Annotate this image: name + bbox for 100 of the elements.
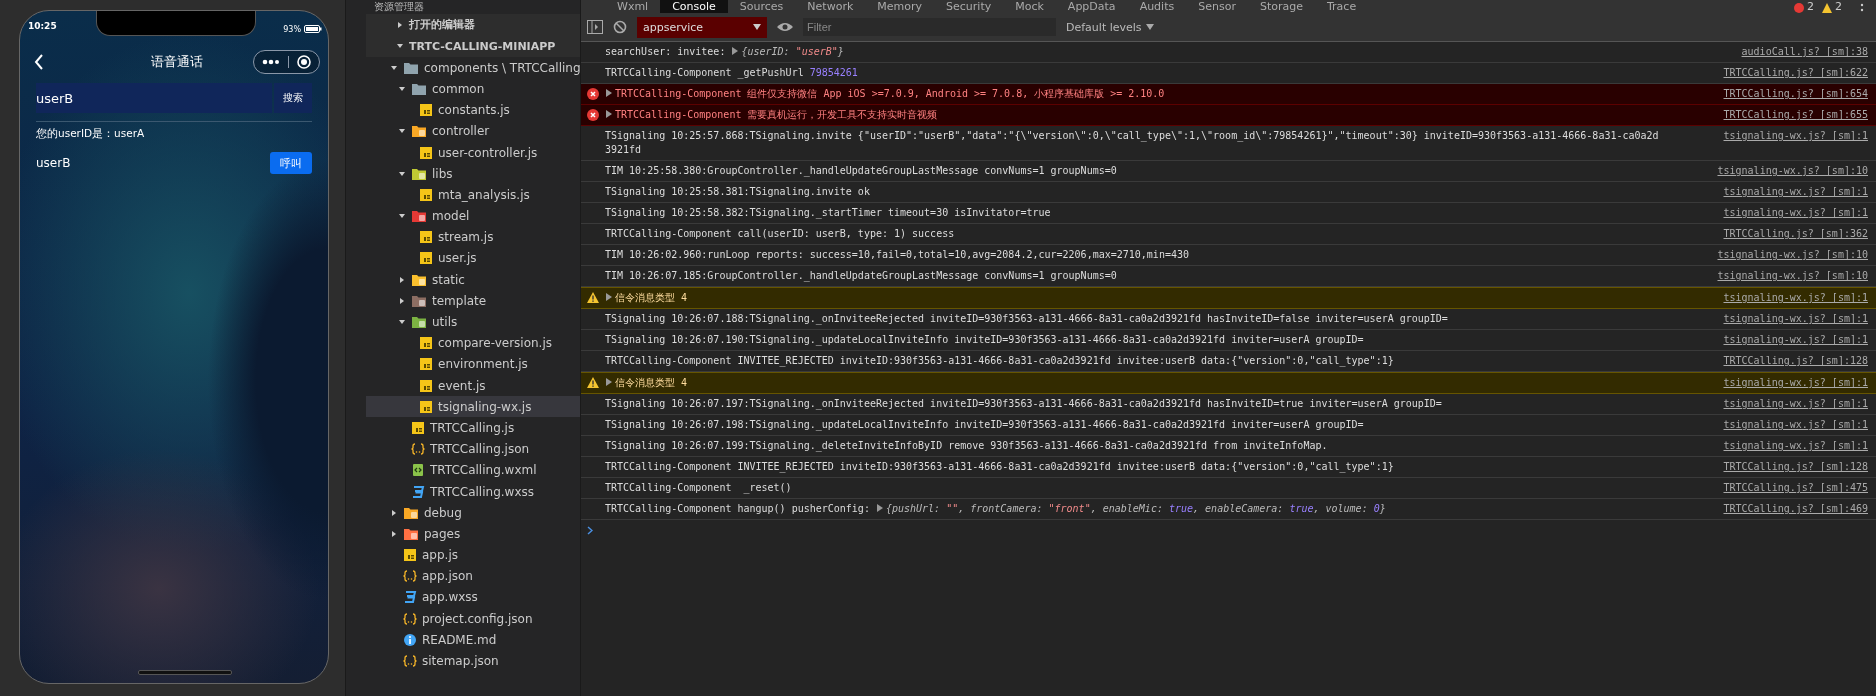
tree-item[interactable]: compare-version.js <box>366 332 580 354</box>
expand-caret-icon[interactable] <box>398 84 406 93</box>
devtools-tab[interactable]: Mock <box>1003 0 1056 13</box>
tree-item[interactable]: app.wxss <box>366 586 580 609</box>
expand-caret-icon[interactable] <box>606 378 612 386</box>
source-link[interactable]: TRTCCalling.js? [sm]:362 <box>1723 227 1868 241</box>
expand-caret-icon[interactable] <box>398 275 406 284</box>
expand-caret-icon[interactable] <box>390 63 398 72</box>
expand-caret-icon[interactable] <box>606 293 612 301</box>
levels-dropdown[interactable]: Default levels <box>1066 20 1154 34</box>
tree-item[interactable]: event.js <box>366 375 580 397</box>
devtools-tab[interactable]: Console <box>660 0 728 13</box>
tree-item[interactable]: utils <box>366 311 580 333</box>
source-link[interactable]: audioCall.js? [sm]:38 <box>1741 45 1868 59</box>
tree-item[interactable]: pages <box>366 523 580 545</box>
tree-item[interactable]: app.js <box>366 544 580 566</box>
devtools-tab[interactable]: Wxml <box>605 0 661 13</box>
prompt-icon[interactable] <box>587 526 593 535</box>
tree-item[interactable]: user.js <box>366 247 580 270</box>
devtools-tab[interactable]: AppData <box>1055 0 1128 13</box>
context-dropdown[interactable]: appservice <box>637 16 767 38</box>
tree-item[interactable]: environment.js <box>366 353 580 375</box>
source-link[interactable]: tsignaling-wx.js? [sm]:10 <box>1717 248 1868 262</box>
tree-item[interactable]: project.config.json <box>366 608 580 630</box>
source-link[interactable]: TRTCCalling.js? [sm]:622 <box>1723 66 1868 80</box>
folder-icon <box>403 526 419 541</box>
devtools-tab[interactable]: Trace <box>1315 0 1369 13</box>
source-link[interactable]: tsignaling-wx.js? [sm]:1 <box>1723 206 1868 220</box>
tree-item[interactable]: tsignaling-wx.js <box>366 396 580 418</box>
tree-item[interactable]: README.md <box>366 629 580 651</box>
source-link[interactable]: TRTCCalling.js? [sm]:475 <box>1723 481 1868 495</box>
page-title: 语音通话 <box>151 53 203 71</box>
devtools-tab[interactable]: Sources <box>727 0 796 13</box>
tree-item[interactable]: TRTCCalling.wxss <box>366 480 580 503</box>
eye-icon[interactable] <box>777 22 793 32</box>
tree-item[interactable]: constants.js <box>366 99 580 121</box>
close-icon[interactable] <box>297 55 311 69</box>
devtools-tab[interactable]: Storage <box>1247 0 1315 13</box>
expand-caret-icon[interactable] <box>396 20 404 29</box>
devtools-tab[interactable]: Audits <box>1127 0 1187 13</box>
source-link[interactable]: TRTCCalling.js? [sm]:128 <box>1723 460 1868 474</box>
source-link[interactable]: tsignaling-wx.js? [sm]:1 <box>1723 418 1868 432</box>
back-icon[interactable] <box>34 54 44 70</box>
call-button[interactable]: 呼叫 <box>270 152 312 174</box>
expand-caret-icon[interactable] <box>390 529 398 538</box>
js-file-icon <box>419 145 433 160</box>
search-field[interactable]: userB <box>36 83 272 113</box>
expand-caret-icon[interactable] <box>876 504 883 512</box>
tree-item[interactable]: app.json <box>366 565 580 587</box>
tree-item[interactable]: mta_analysis.js <box>366 184 580 206</box>
tree-item[interactable]: TRTCCalling.json <box>366 438 580 460</box>
tree-item[interactable]: debug <box>366 502 580 524</box>
devtools-tab[interactable]: Network <box>795 0 866 13</box>
source-link[interactable]: tsignaling-wx.js? [sm]:1 <box>1723 291 1868 305</box>
tree-item[interactable]: components \ TRTCCalling <box>366 57 580 79</box>
source-link[interactable]: tsignaling-wx.js? [sm]:10 <box>1717 269 1868 283</box>
source-link[interactable]: tsignaling-wx.js? [sm]:1 <box>1723 397 1868 411</box>
source-link[interactable]: tsignaling-wx.js? [sm]:1 <box>1723 376 1868 390</box>
tree-item[interactable]: TRTCCalling.js <box>366 417 580 439</box>
source-link[interactable]: tsignaling-wx.js? [sm]:1 <box>1723 129 1868 143</box>
expand-caret-icon[interactable] <box>606 110 612 118</box>
source-link[interactable]: TRTCCalling.js? [sm]:128 <box>1723 354 1868 368</box>
tree-item[interactable]: libs <box>366 163 580 185</box>
tree-item[interactable]: user-controller.js <box>366 141 580 164</box>
expand-caret-icon[interactable] <box>732 47 739 55</box>
expand-caret-icon[interactable] <box>390 508 398 517</box>
source-link[interactable]: TRTCCalling.js? [sm]:655 <box>1723 108 1868 122</box>
expand-caret-icon[interactable] <box>398 296 406 305</box>
tree-item[interactable]: common <box>366 78 580 100</box>
explorer-title: 资源管理器 <box>373 0 425 14</box>
expand-caret-icon[interactable] <box>398 169 406 178</box>
warning-count: 2 <box>1835 0 1842 13</box>
source-link[interactable]: TRTCCalling.js? [sm]:469 <box>1723 502 1868 516</box>
tree-item[interactable]: template <box>366 290 580 312</box>
tree-item[interactable]: model <box>366 205 580 227</box>
sidebar-toggle-icon[interactable] <box>587 20 603 34</box>
js-file-icon <box>419 187 433 202</box>
log-message: TSignaling 10:26:07.198:TSignaling._updateLocalInviteInfo inviteID=930f3563-a131-4666-8a31-ca0a2d3921fd inviter=userA groupID= <box>605 419 1364 430</box>
caret-icon <box>753 24 761 30</box>
source-link[interactable]: tsignaling-wx.js? [sm]:1 <box>1723 185 1868 199</box>
tree-item[interactable]: static <box>366 269 580 291</box>
source-link[interactable]: tsignaling-wx.js? [sm]:1 <box>1723 439 1868 453</box>
tree-item[interactable]: controller <box>366 120 580 142</box>
search-button[interactable]: 搜索 <box>274 83 312 113</box>
more-menu-icon[interactable] <box>1860 3 1864 13</box>
source-link[interactable]: TRTCCalling.js? [sm]:654 <box>1723 87 1868 101</box>
clear-icon[interactable] <box>613 20 627 34</box>
tree-item[interactable]: sitemap.json <box>366 650 580 672</box>
source-link[interactable]: tsignaling-wx.js? [sm]:1 <box>1723 312 1868 326</box>
tree-item[interactable]: TRTCCalling.wxml <box>366 459 580 481</box>
devtools-tab[interactable]: Security <box>934 0 1004 13</box>
source-link[interactable]: tsignaling-wx.js? [sm]:10 <box>1717 164 1868 178</box>
source-link[interactable]: tsignaling-wx.js? [sm]:1 <box>1723 333 1868 347</box>
expand-caret-icon[interactable] <box>606 89 612 97</box>
filter-field[interactable]: Filter <box>803 18 1056 36</box>
folder-icon <box>411 315 427 330</box>
devtools-tab[interactable]: Memory <box>865 0 935 13</box>
devtools-tab[interactable]: Sensor <box>1186 0 1248 13</box>
tree-item[interactable]: stream.js <box>366 226 580 248</box>
more-icon[interactable] <box>262 59 280 65</box>
